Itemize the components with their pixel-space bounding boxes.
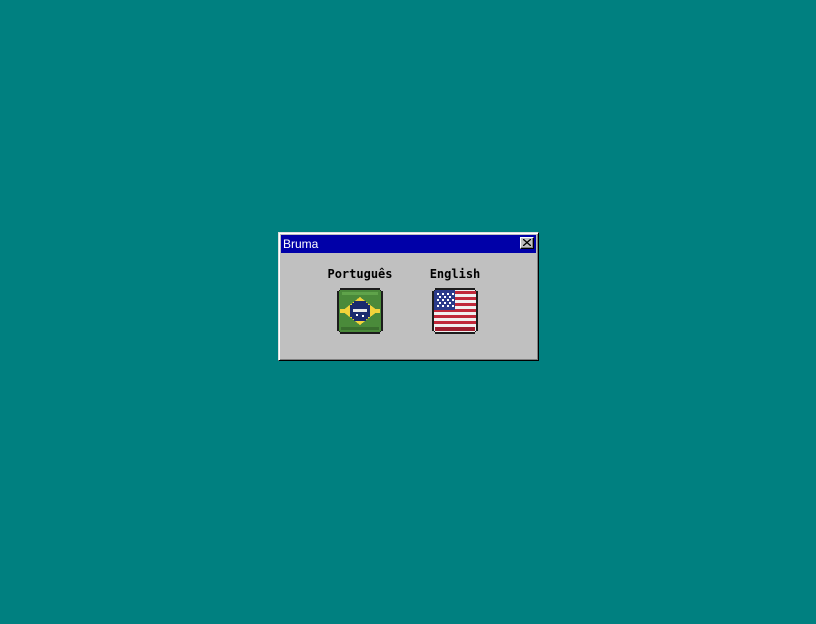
title-bar[interactable]: Bruma [281, 235, 536, 253]
language-option-english[interactable]: English [417, 267, 493, 334]
bruma-dialog: Bruma Português English [278, 232, 539, 361]
usa-flag-icon[interactable] [431, 287, 479, 335]
window-title: Bruma [283, 237, 319, 251]
brazil-flag-icon[interactable] [336, 287, 384, 335]
desktop: Bruma Português English [0, 0, 816, 624]
language-label-portuguese: Português [327, 267, 393, 281]
language-label-english: English [429, 267, 481, 281]
close-icon [523, 239, 531, 246]
language-option-portuguese[interactable]: Português [322, 267, 398, 334]
close-button[interactable] [520, 237, 534, 249]
